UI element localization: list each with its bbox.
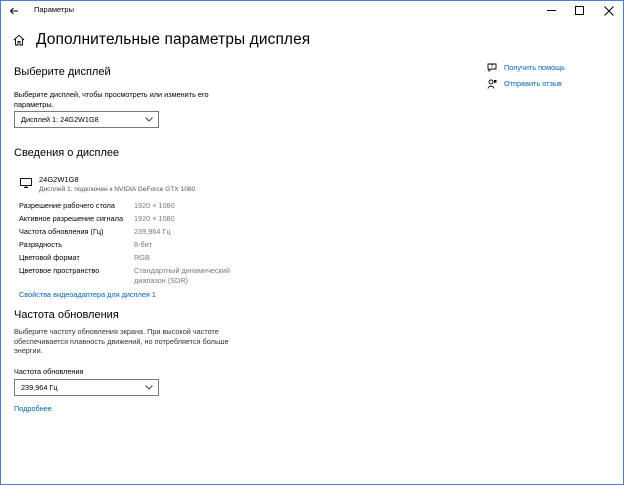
select-display-heading: Выберите дисплей	[14, 66, 111, 78]
get-help-link[interactable]: ? Получить помощь	[487, 63, 587, 73]
info-value: 239,964 Гц	[134, 227, 171, 236]
maximize-icon	[575, 6, 584, 15]
maximize-button[interactable]	[566, 1, 594, 21]
refresh-rate-description-2: обеспечивается плавность движений, но по…	[14, 336, 229, 346]
close-icon	[604, 6, 614, 16]
info-label: Цветовое пространство	[19, 266, 100, 275]
refresh-rate-label: Частота обновления	[14, 367, 84, 376]
info-label: Разрядность	[19, 240, 63, 249]
settings-window: Параметры Дополнительные параметры диспл…	[0, 0, 624, 485]
send-feedback-label: Отправить отзыв	[504, 79, 562, 88]
refresh-rate-value: 239,964 Гц	[21, 383, 58, 392]
display-select-value: Дисплей 1: 24G2W1G8	[21, 115, 99, 124]
title-bar: Параметры	[1, 1, 623, 23]
refresh-rate-description-1: Выберите частоту обновления экрана. При …	[14, 327, 219, 336]
display-select-dropdown[interactable]: Дисплей 1: 24G2W1G8	[14, 111, 159, 128]
info-label: Разрешение рабочего стола	[19, 201, 115, 210]
adapter-properties-link[interactable]: Свойства видеоадаптера для дисплея 1	[19, 290, 156, 299]
info-label: Цветовой формат	[19, 253, 80, 262]
refresh-rate-dropdown[interactable]: 239,964 Гц	[14, 379, 159, 396]
info-value: 8-бит	[134, 240, 153, 249]
monitor-icon	[20, 178, 32, 188]
minimize-icon	[547, 10, 556, 11]
help-chat-icon: ?	[487, 63, 497, 73]
info-value-line: Стандартный динамический	[134, 266, 230, 275]
minimize-button[interactable]	[538, 1, 566, 21]
chevron-down-icon	[145, 117, 153, 122]
feedback-person-icon	[487, 79, 497, 89]
display-connection: Дисплей 1: подключен к NVIDIA GeForce GT…	[39, 186, 196, 193]
info-value: 1920 × 1080	[134, 214, 175, 223]
send-feedback-link[interactable]: Отправить отзыв	[487, 79, 587, 89]
refresh-rate-description-3: энергии.	[14, 346, 43, 355]
get-help-label: Получить помощь	[504, 63, 565, 72]
select-display-description-2: параметры.	[14, 99, 54, 109]
refresh-rate-heading: Частота обновления	[14, 309, 119, 321]
chevron-down-icon	[145, 385, 153, 390]
display-info-heading: Сведения о дисплее	[14, 147, 120, 159]
info-label: Активное разрешение сигнала	[19, 214, 123, 223]
info-value: RGB	[134, 253, 150, 262]
display-name: 24G2W1G8	[39, 175, 79, 184]
close-button[interactable]	[595, 1, 623, 21]
info-value-line: диапазон (SDR)	[134, 275, 188, 285]
info-value: Стандартный динамический диапазон (SDR)	[134, 266, 244, 285]
info-label: Частота обновления (Гц)	[19, 227, 104, 236]
learn-more-link[interactable]: Подробнее	[14, 404, 52, 413]
home-icon[interactable]	[13, 34, 25, 46]
info-value: 1920 × 1080	[134, 201, 175, 210]
page-title: Дополнительные параметры дисплея	[36, 31, 311, 48]
select-display-description-1: Выберите дисплей, чтобы просмотреть или …	[14, 90, 209, 99]
window-title: Параметры	[34, 5, 74, 14]
back-arrow-icon[interactable]	[4, 1, 24, 21]
